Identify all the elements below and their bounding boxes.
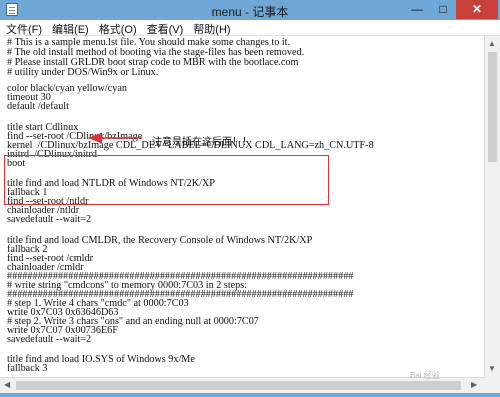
horizontal-scroll-thumb[interactable] xyxy=(16,381,461,390)
editor-line: savedefault --wait=2 xyxy=(7,214,92,225)
scroll-right-icon[interactable]: ▶ xyxy=(471,380,477,389)
scroll-left-icon[interactable]: ◀ xyxy=(4,380,10,389)
maximize-button[interactable]: □ xyxy=(430,0,456,19)
scroll-down-icon[interactable]: ▼ xyxy=(488,364,496,373)
annotation-note: 注意是插在这后面！！ xyxy=(152,137,252,148)
red-arrow-icon xyxy=(88,132,142,144)
editor-line: savedefault --wait=2 xyxy=(7,334,92,345)
editor-line: fallback 3 xyxy=(7,363,48,374)
resize-grip[interactable] xyxy=(484,377,500,393)
text-editor-area[interactable]: # This is a sample menu.lst file. You sh… xyxy=(0,36,484,377)
editor-line: # utility under DOS/Win9x or Linux. xyxy=(7,67,159,78)
vertical-scrollbar[interactable]: ▲ ▼ xyxy=(484,36,500,377)
highlight-box xyxy=(4,155,329,205)
vertical-scroll-thumb[interactable] xyxy=(488,52,497,162)
title-bar[interactable]: menu - 记事本 — □ ✕ xyxy=(0,0,500,20)
editor-line: title find and load CMLDR, the Recovery … xyxy=(7,235,313,246)
close-button[interactable]: ✕ xyxy=(456,0,498,19)
editor-line: default /default xyxy=(7,101,69,112)
notepad-window: menu - 记事本 — □ ✕ 文件(F) 编辑(E) 格式(O) 查看(V) 帮助(… xyxy=(0,0,500,397)
watermark: Bai 经验 xyxy=(410,371,440,380)
minimize-button[interactable]: — xyxy=(404,0,430,19)
menu-bar: 文件(F) 编辑(E) 格式(O) 查看(V) 帮助(H) xyxy=(0,20,500,36)
scroll-up-icon[interactable]: ▲ xyxy=(488,39,496,48)
